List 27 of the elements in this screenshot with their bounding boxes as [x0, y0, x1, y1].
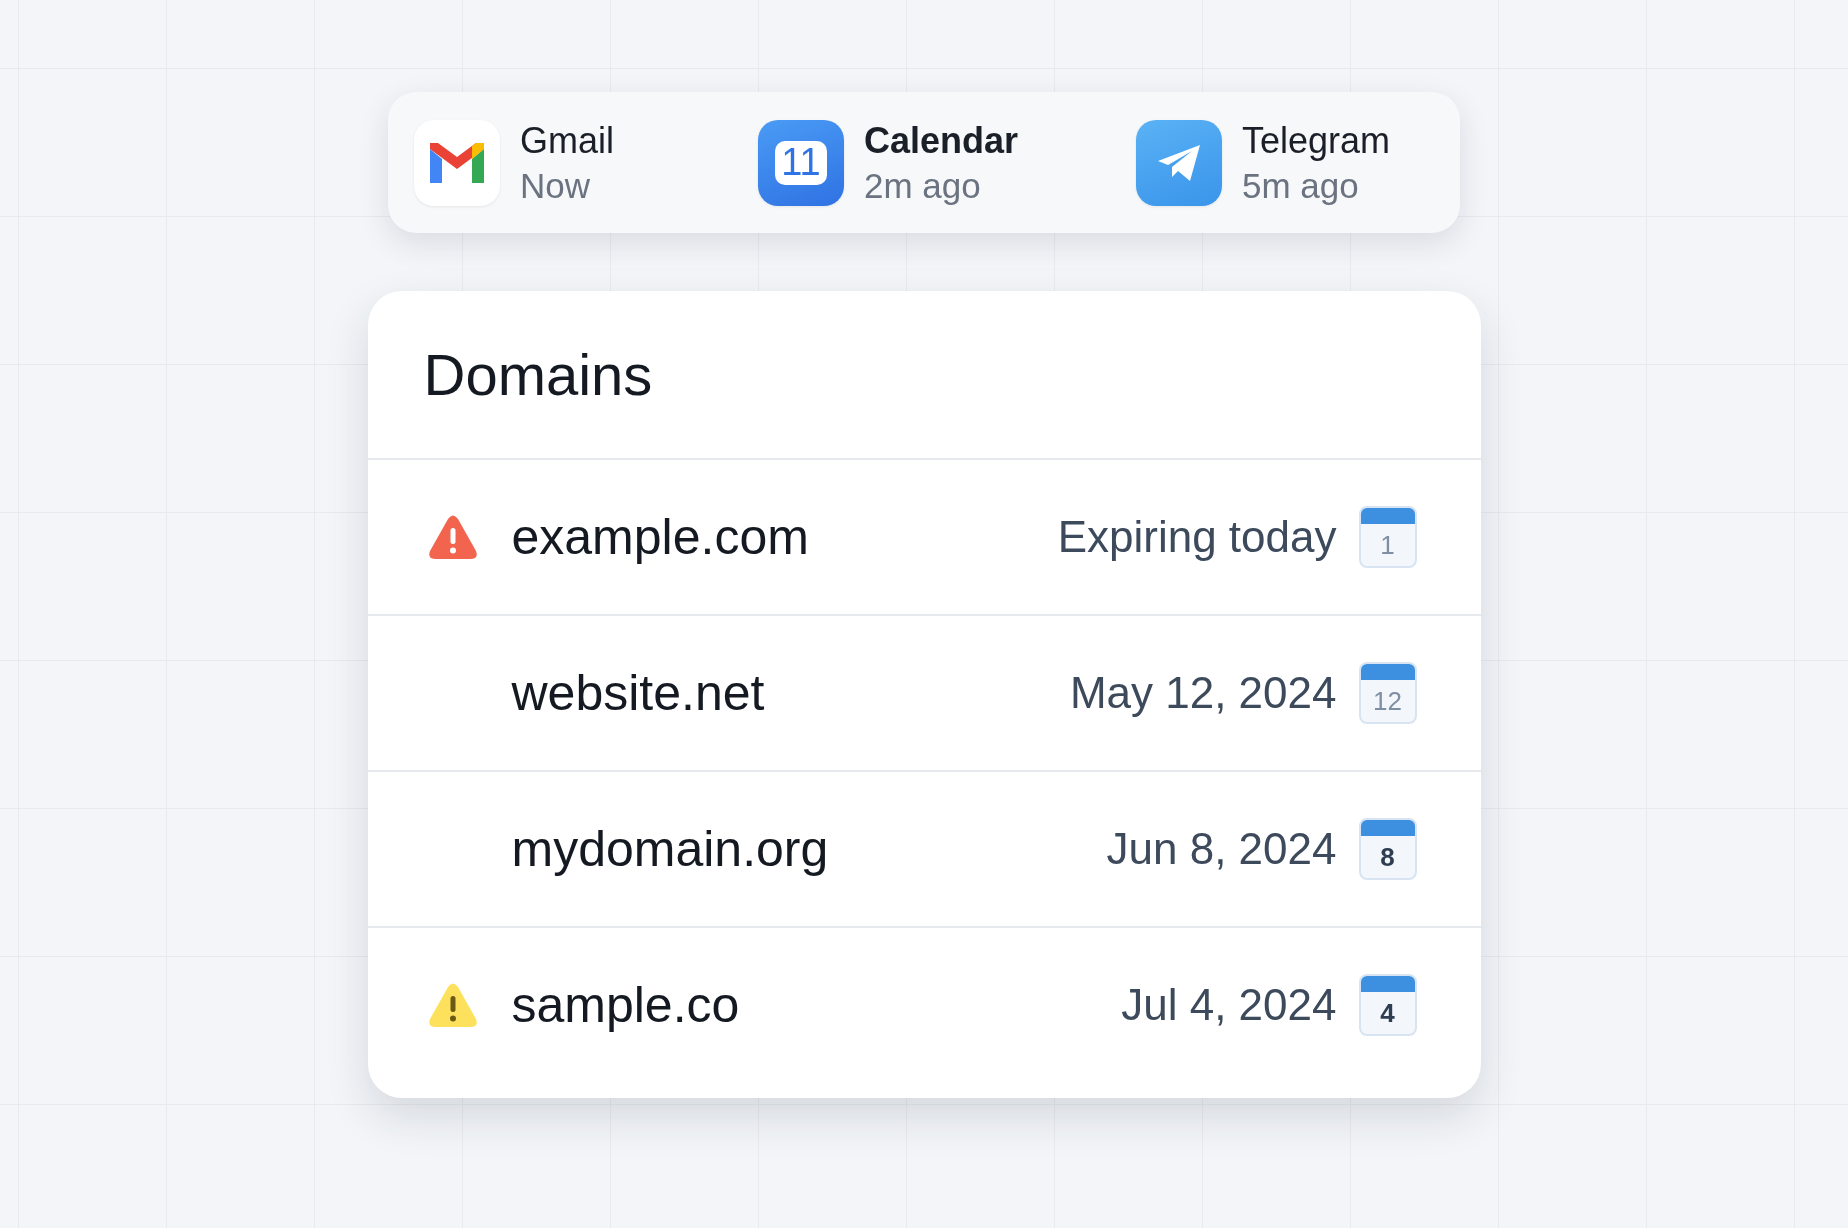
app-icon[interactable]	[1136, 119, 1222, 206]
expiry-date: Jun 8, 2024	[1106, 824, 1337, 874]
calendar-icon: 12	[1358, 662, 1417, 724]
warning-icon	[427, 982, 478, 1028]
expiry-date: Expiring today	[1057, 512, 1337, 562]
paper-plane-icon	[1156, 142, 1202, 183]
notification-time: Now	[520, 165, 592, 206]
expiry-date: May 12, 2024	[1069, 668, 1337, 718]
app-icon[interactable]: 11	[758, 119, 844, 206]
domain-name: website.net	[511, 664, 766, 722]
notification-time: 2m ago	[864, 165, 982, 206]
domain-name: sample.co	[511, 976, 741, 1034]
envelope-m-icon	[430, 142, 484, 183]
notification-time: 5m ago	[1242, 165, 1360, 206]
app-name: Gmail	[520, 119, 614, 162]
domain-name: mydomain.org	[511, 820, 830, 878]
card-title: Domains	[423, 341, 653, 408]
expiry-date: Jul 4, 2024	[1121, 980, 1337, 1030]
calendar-icon: 4	[1358, 974, 1417, 1036]
app-name: Calendar	[864, 119, 1019, 162]
calendar-date: 11	[775, 140, 827, 185]
calendar-icon: 8	[1358, 818, 1417, 880]
domain-name: example.com	[511, 508, 810, 566]
app-name: Telegram	[1242, 119, 1391, 162]
calendar-icon: 1	[1358, 506, 1417, 568]
app-icon[interactable]	[414, 119, 500, 206]
warning-icon	[427, 514, 478, 560]
